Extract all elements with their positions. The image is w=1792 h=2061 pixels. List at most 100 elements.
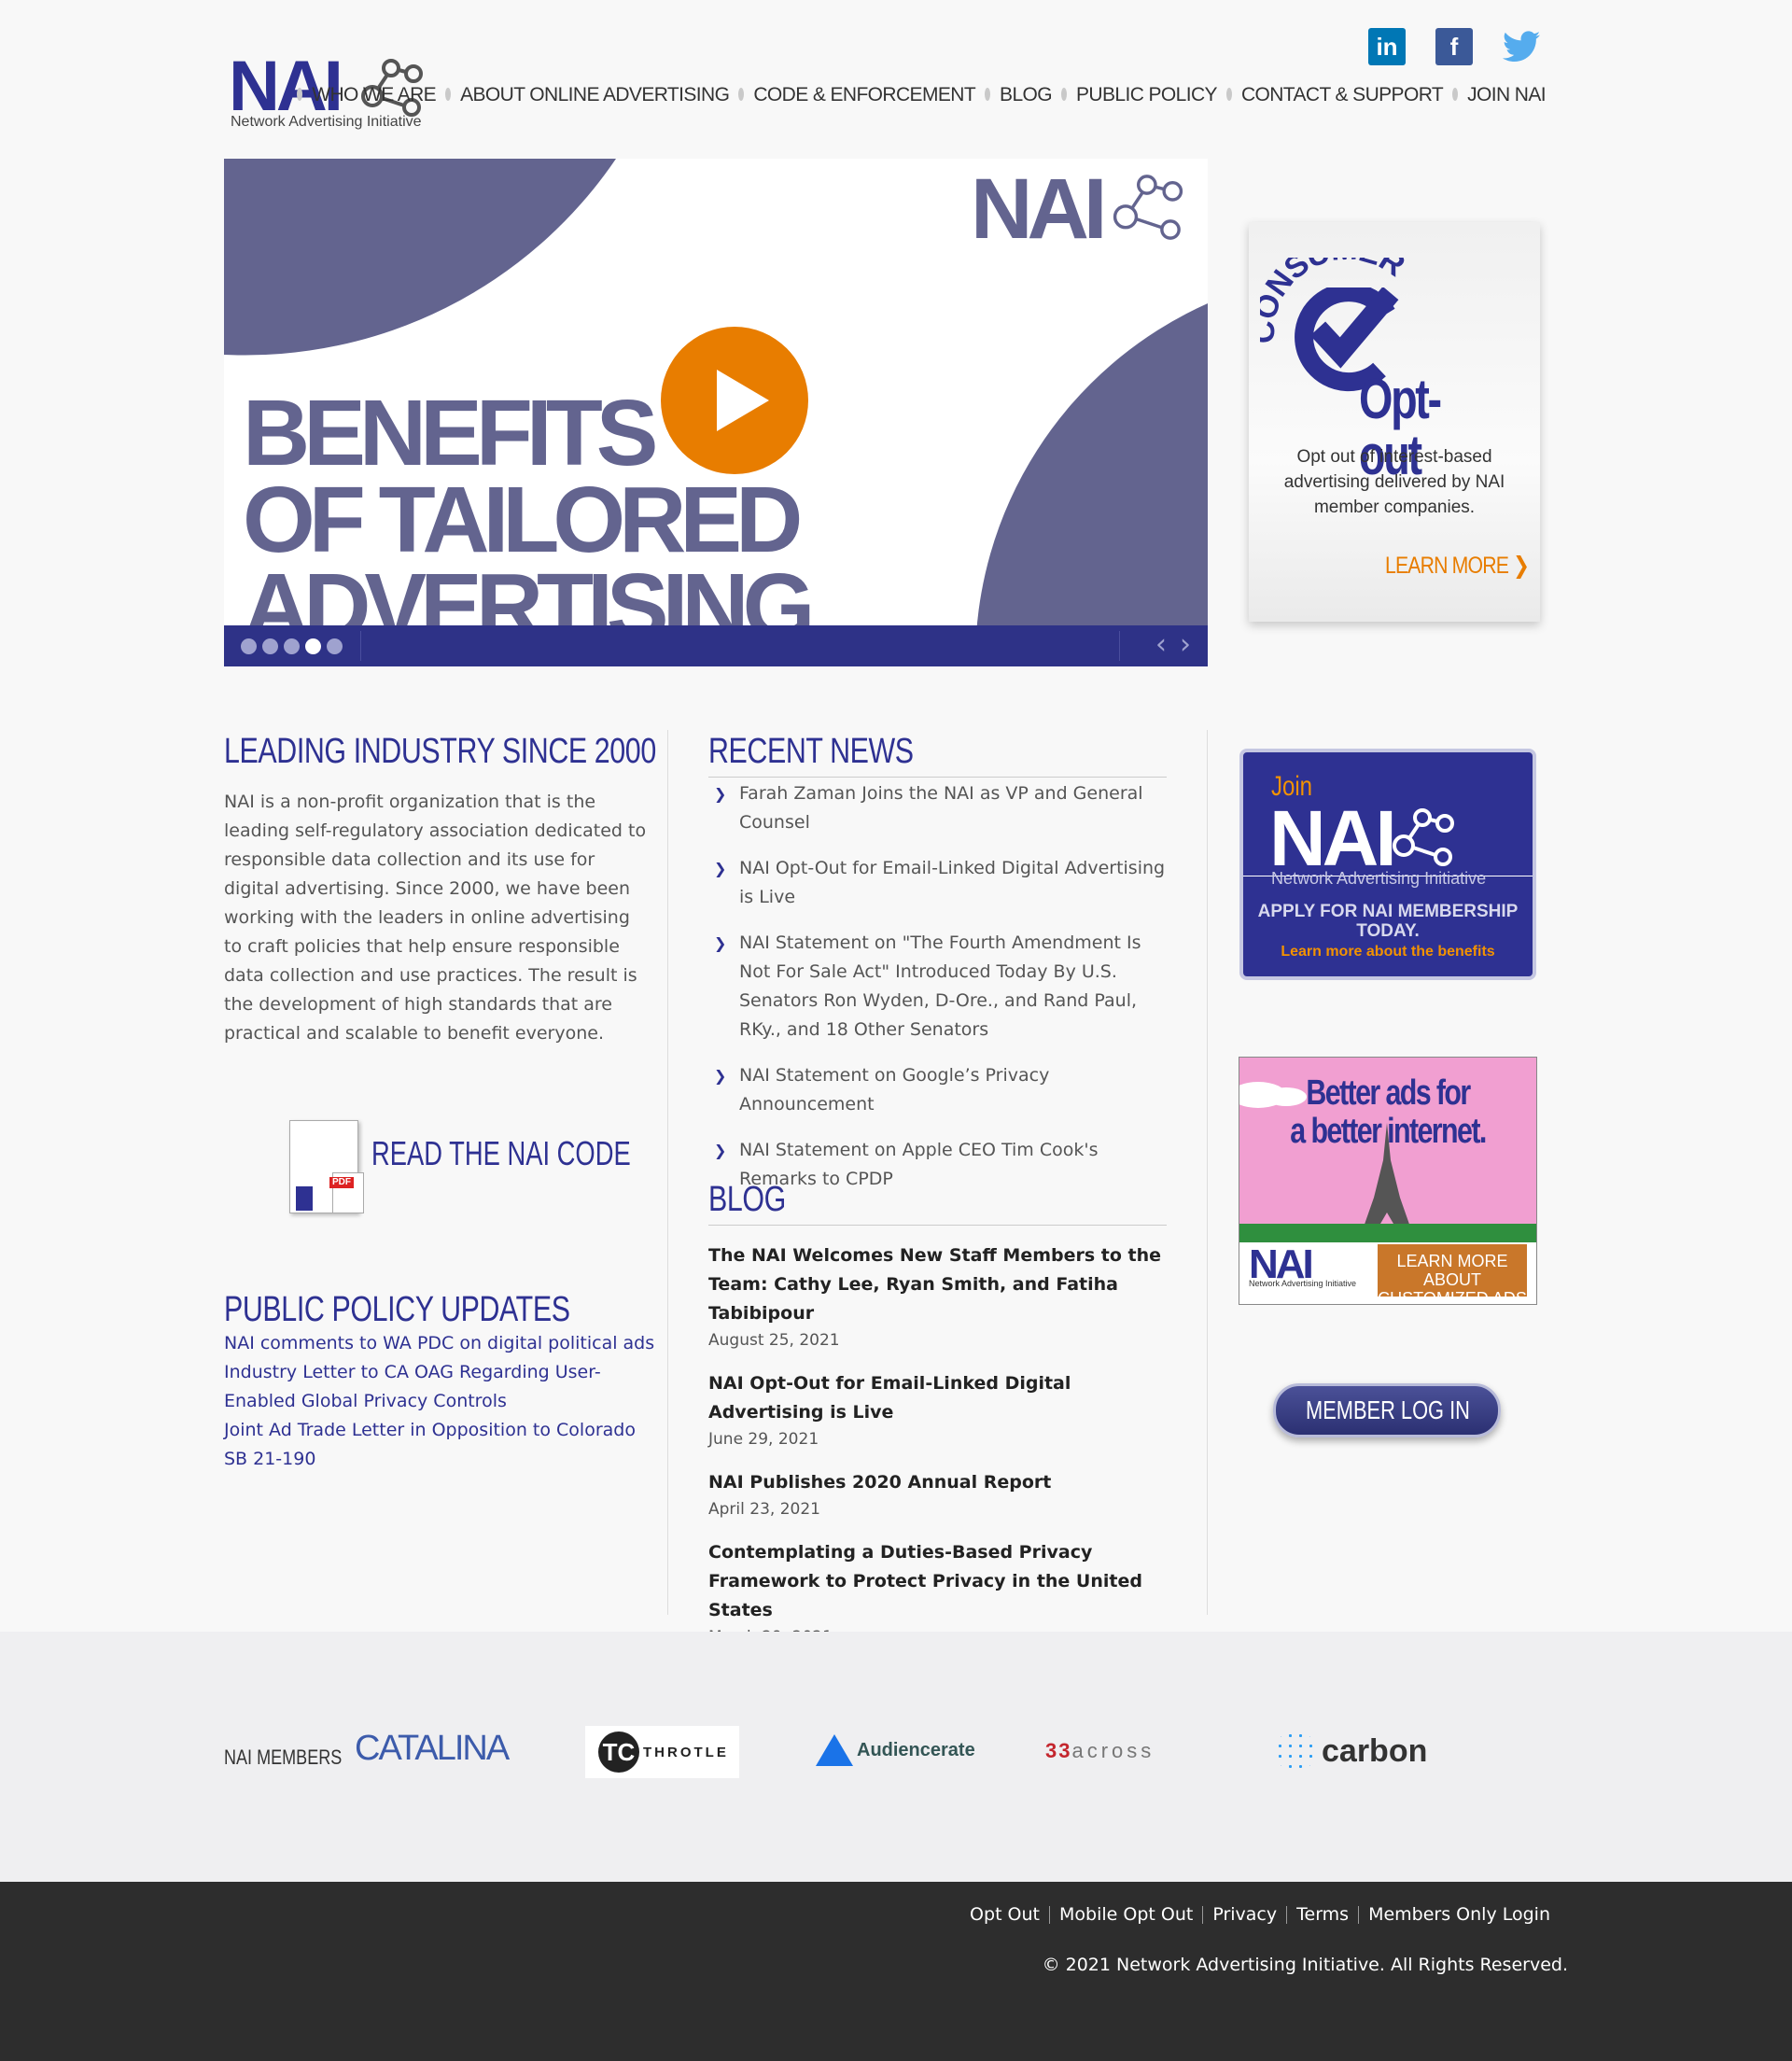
policy-title: PUBLIC POLICY UPDATES [224,1290,570,1329]
read-nai-code-link[interactable]: PDF READ THE NAI CODE [289,1118,631,1221]
join-nai-wordmark: NAI [1269,794,1397,882]
hero-logo-wordmark: NAI [971,161,1107,257]
logo-tagline: Network Advertising Initiative [231,114,422,130]
footer-link-mobile-opt-out[interactable]: Mobile Opt Out [1049,1906,1202,1924]
better-ads-nai-tagline: Network Advertising Initiative [1249,1279,1357,1288]
news-item[interactable]: NAI Opt-Out for Email-Linked Digital Adv… [708,854,1167,912]
news-item[interactable]: NAI Statement on "The Fourth Amendment I… [708,929,1167,1045]
pdf-icon: PDF [329,1172,364,1213]
blog-post-title[interactable]: Contemplating a Duties-Based Privacy Fra… [708,1538,1167,1625]
join-network-label: Network Advertising Initiative [1271,869,1487,888]
footer-link-members-only-login[interactable]: Members Only Login [1358,1906,1560,1924]
twitter-bird-shape [1503,31,1540,62]
blog-post[interactable]: NAI Publishes 2020 Annual Report April 2… [708,1468,1167,1522]
slider-arrows: ‹ › [1155,631,1191,659]
consumer-optout-box[interactable]: CONSUMER Opt-out Opt out of interest-bas… [1249,222,1540,622]
news-item[interactable]: Farah Zaman Joins the NAI as VP and Gene… [708,779,1167,837]
33across-logo[interactable]: 33across [1045,1741,1155,1761]
eiffel-tower-icon [1361,1123,1413,1235]
blog-post[interactable]: The NAI Welcomes New Staff Members to th… [708,1241,1167,1353]
nav-about-online-advertising[interactable]: ABOUT ONLINE ADVERTISING [460,85,730,105]
network-nodes-icon [1393,808,1454,866]
nav-contact-support[interactable]: CONTACT & SUPPORT [1241,85,1444,105]
nav-bullet-icon [1225,88,1232,101]
hero-nai-logo: NAI [971,166,1183,252]
33across-word: across [1071,1739,1155,1762]
nav-bullet-icon [1452,88,1459,101]
column-divider [1207,730,1208,1615]
nav-code-enforcement[interactable]: CODE & ENFORCEMENT [753,85,975,105]
about-section: LEADING INDUSTRY SINCE 2000 NAI is a non… [224,732,656,1048]
nav-who-we-are[interactable]: WHO WE ARE [312,85,436,105]
slider-divider [1119,631,1120,661]
news-item[interactable]: NAI Statement on Google’s Privacy Announ… [708,1061,1167,1119]
nav-bullet-icon [738,88,745,101]
33across-number: 33 [1045,1739,1072,1762]
footer-link-privacy[interactable]: Privacy [1202,1906,1286,1924]
slider-dot[interactable] [241,638,257,654]
audiencerate-mark [816,1734,853,1766]
slider-divider [360,631,361,661]
nai-members-strip: NAI MEMBERS CATALINA TC THROTLE Audience… [0,1632,1792,1882]
site-footer: Opt Out Mobile Opt Out Privacy Terms Mem… [0,1882,1792,2061]
linkedin-icon[interactable]: in [1368,28,1406,65]
hero-slider[interactable]: NAI BENEFITS OF TAILORED ADVERTISING ‹ › [224,159,1208,666]
join-nai-banner[interactable]: Join NAI Network Advertising Initiative … [1239,749,1536,980]
nav-join-nai[interactable]: JOIN NAI [1467,85,1546,105]
facebook-icon[interactable]: f [1435,28,1473,65]
member-login-label: MEMBER LOG IN [1306,1395,1470,1424]
blog-post-title[interactable]: NAI Opt-Out for Email-Linked Digital Adv… [708,1369,1167,1427]
copyright: © 2021 Network Advertising Initiative. A… [1042,1955,1568,1975]
footer-link-terms[interactable]: Terms [1286,1906,1358,1924]
member-login-button[interactable]: MEMBER LOG IN [1273,1383,1501,1437]
about-title: LEADING INDUSTRY SINCE 2000 [224,732,656,771]
nav-public-policy[interactable]: PUBLIC POLICY [1076,85,1218,105]
throtle-mark: TC [598,1732,639,1773]
read-nai-code-label: READ THE NAI CODE [371,1134,631,1172]
pdf-badge: PDF [329,1177,354,1188]
learn-more-customized-ads-button[interactable]: LEARN MORE ABOUT CUSTOMIZED ADS › [1378,1244,1527,1304]
join-benefits-link[interactable]: Learn more about the benefits [1243,945,1533,960]
slider-dot-active[interactable] [305,638,321,654]
better-ads-title-line: Better ads for [1306,1073,1471,1113]
audiencerate-wordmark: Audiencerate [857,1740,975,1760]
slider-dots [241,638,343,654]
policy-links: NAI comments to WA PDC on digital politi… [224,1329,663,1474]
slider-dot[interactable] [284,638,300,654]
better-ads-banner[interactable]: Better ads for a better internet. NAI Ne… [1239,1057,1537,1305]
members-label: NAI MEMBERS [224,1746,343,1769]
nav-bullet-icon [985,88,991,101]
footer-links: Opt Out Mobile Opt Out Privacy Terms Mem… [960,1906,1560,1924]
policy-link[interactable]: Industry Letter to CA OAG Regarding User… [224,1358,663,1416]
blog-post-date: June 29, 2021 [708,1430,819,1449]
audiencerate-logo[interactable]: Audiencerate [816,1734,975,1766]
blog-title: BLOG [708,1180,786,1219]
throtle-logo[interactable]: TC THROTLE [585,1726,739,1778]
news-title: RECENT NEWS [708,732,914,771]
twitter-icon[interactable] [1503,28,1540,65]
blog-post-title[interactable]: The NAI Welcomes New Staff Members to th… [708,1241,1167,1328]
blog-post-date: April 23, 2021 [708,1500,820,1519]
blog-title-rule [708,1225,1167,1226]
join-apply-text: APPLY FOR NAI MEMBERSHIP TODAY. [1257,902,1519,941]
optout-learn-more-link[interactable]: LEARN MORE ❯ [1385,554,1530,578]
carbon-logo[interactable]: carbon [1275,1731,1427,1772]
public-policy-updates: PUBLIC POLICY UPDATES NAI comments to WA… [224,1292,663,1474]
slider-dot[interactable] [262,638,278,654]
chevron-right-icon[interactable]: › [1180,631,1191,659]
hero-headline-line: OF TAILORED [243,468,803,572]
policy-link[interactable]: NAI comments to WA PDC on digital politi… [224,1329,663,1358]
chevron-left-icon[interactable]: ‹ [1155,631,1167,659]
carbon-mark [1275,1731,1316,1772]
nav-blog[interactable]: BLOG [1000,85,1053,105]
blog-post-title[interactable]: NAI Publishes 2020 Annual Report [708,1468,1167,1497]
footer-link-opt-out[interactable]: Opt Out [960,1906,1049,1924]
main-nav: WHO WE ARE ABOUT ONLINE ADVERTISING CODE… [297,80,1547,108]
news-list: Farah Zaman Joins the NAI as VP and Gene… [708,779,1167,1194]
policy-link[interactable]: Joint Ad Trade Letter in Opposition to C… [224,1416,663,1474]
recent-news-section: RECENT NEWS Farah Zaman Joins the NAI as… [708,734,1167,1194]
catalina-logo[interactable]: CATALINA [355,1731,510,1766]
slider-dot[interactable] [327,638,343,654]
blog-post[interactable]: NAI Opt-Out for Email-Linked Digital Adv… [708,1369,1167,1452]
play-video-button[interactable] [661,327,808,474]
